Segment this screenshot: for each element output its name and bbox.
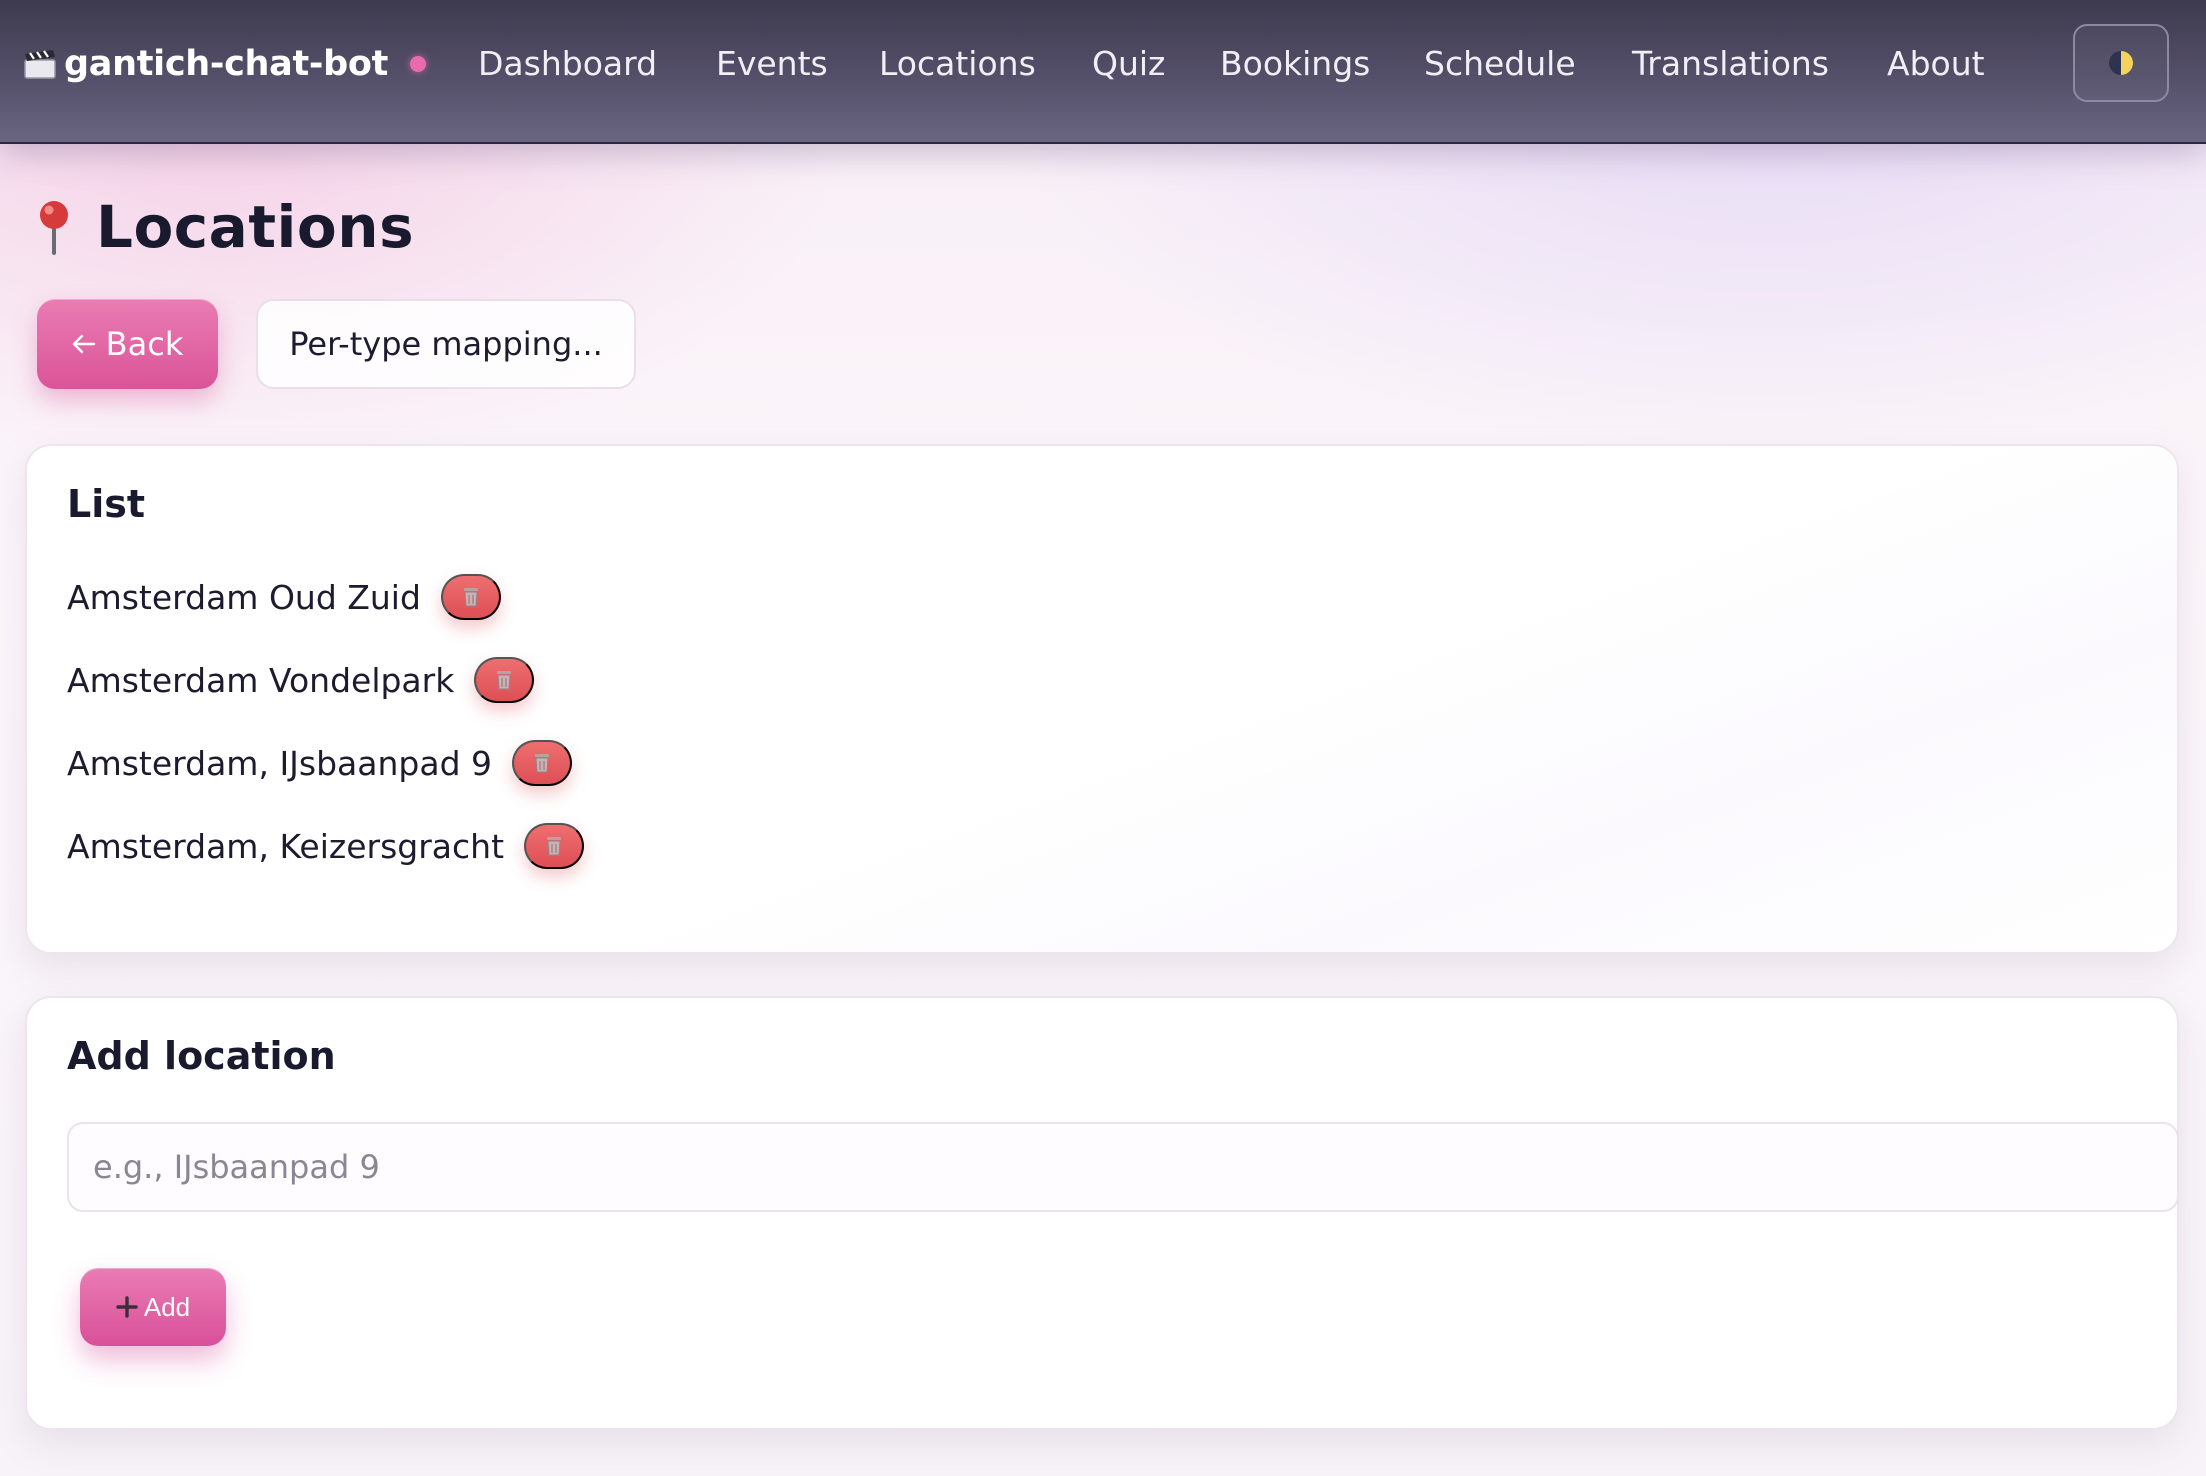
top-navbar: gantich-chat-bot Dashboard Events Locati… bbox=[0, 0, 2206, 144]
add-location-title: Add location bbox=[67, 1034, 336, 1078]
list-item: Amsterdam Vondelpark bbox=[67, 656, 535, 704]
location-input[interactable] bbox=[67, 1122, 2179, 1212]
nav-item-events[interactable]: Events bbox=[716, 40, 828, 88]
nav-item-locations[interactable]: Locations bbox=[879, 40, 1036, 88]
trash-icon bbox=[463, 588, 478, 607]
pushpin-icon bbox=[40, 201, 68, 255]
nav-item-about[interactable]: About bbox=[1887, 40, 1985, 88]
add-button[interactable]: Add bbox=[80, 1268, 226, 1346]
nav-item-quiz[interactable]: Quiz bbox=[1092, 40, 1165, 88]
list-item: Amsterdam Oud Zuid bbox=[67, 573, 501, 621]
list-title: List bbox=[67, 482, 146, 526]
location-name: Amsterdam, IJsbaanpad 9 bbox=[67, 743, 493, 783]
delete-location-button[interactable] bbox=[474, 657, 535, 703]
location-name: Amsterdam Oud Zuid bbox=[67, 577, 421, 617]
arrow-left-icon bbox=[72, 334, 95, 354]
page-title-text: Locations bbox=[96, 193, 415, 261]
delete-location-button[interactable] bbox=[524, 823, 585, 869]
nav-item-translations[interactable]: Translations bbox=[1632, 40, 1829, 88]
clapperboard-icon bbox=[24, 50, 56, 79]
nav-item-dashboard[interactable]: Dashboard bbox=[478, 40, 657, 88]
per-type-mapping-button[interactable]: Per-type mapping... bbox=[256, 299, 636, 389]
locations-list-card: List Amsterdam Oud Zuid Amsterdam Vondel… bbox=[25, 444, 2179, 954]
delete-location-button[interactable] bbox=[440, 574, 501, 620]
delete-location-button[interactable] bbox=[512, 740, 573, 786]
list-item: Amsterdam, Keizersgracht bbox=[67, 822, 585, 870]
back-button-label: Back bbox=[105, 325, 184, 363]
location-name: Amsterdam, Keizersgracht bbox=[67, 826, 505, 866]
app-name: gantich-chat-bot bbox=[64, 44, 389, 84]
theme-toggle-button[interactable] bbox=[2073, 24, 2169, 102]
status-dot bbox=[410, 56, 427, 72]
list-item: Amsterdam, IJsbaanpad 9 bbox=[67, 739, 573, 787]
add-button-label: Add bbox=[143, 1291, 191, 1322]
plus-icon bbox=[116, 1296, 138, 1318]
brand[interactable]: gantich-chat-bot bbox=[22, 40, 427, 88]
page-title: Locations bbox=[30, 190, 414, 264]
location-name: Amsterdam Vondelpark bbox=[67, 660, 455, 700]
trash-icon bbox=[497, 671, 512, 690]
nav-item-bookings[interactable]: Bookings bbox=[1220, 40, 1370, 88]
trash-icon bbox=[547, 837, 562, 856]
nav-item-schedule[interactable]: Schedule bbox=[1424, 40, 1576, 88]
half-moon-icon bbox=[2109, 51, 2133, 75]
back-button[interactable]: Back bbox=[37, 299, 218, 389]
trash-icon bbox=[535, 754, 550, 773]
add-location-card: Add location Add bbox=[25, 996, 2179, 1430]
